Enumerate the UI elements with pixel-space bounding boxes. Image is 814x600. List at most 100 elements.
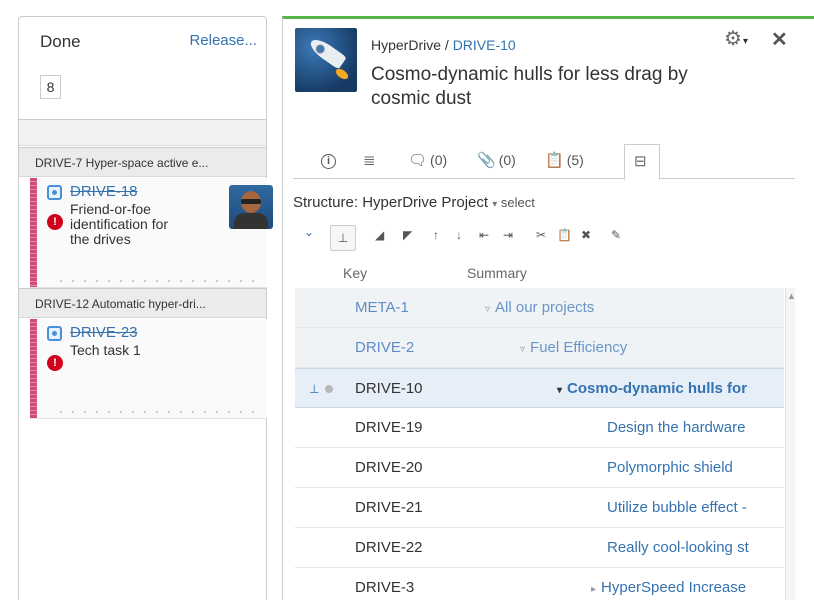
paste-icon[interactable]: 📋 [557, 228, 572, 242]
scroll-up-icon[interactable]: ▲ [787, 291, 795, 301]
comment-icon: 🗨 [408, 152, 428, 169]
structure-name: Structure: HyperDrive Project [293, 194, 489, 211]
tab-description[interactable]: ≣ [363, 151, 379, 177]
column-title: Done [40, 32, 81, 51]
move-up-icon[interactable]: ↑ [433, 228, 439, 242]
move-last-icon[interactable]: ⇥ [503, 228, 513, 242]
structure-select-label: select [500, 195, 535, 210]
row-issue-key[interactable]: DRIVE-22 [355, 528, 423, 567]
expander-icon[interactable]: ▾ [557, 385, 562, 396]
row-summary[interactable]: ▸ HyperSpeed Increase [591, 568, 746, 600]
breadcrumb: HyperDrive / DRIVE-10 [371, 37, 516, 53]
swimlane-header-drive-12[interactable]: DRIVE-12 Automatic hyper-dri... [19, 288, 266, 318]
issue-card-drive-18[interactable]: DRIVE-18 ! Friend-or-foe identification … [30, 178, 273, 288]
grid-row[interactable]: DRIVE-22 Really cool-looking st [295, 528, 784, 568]
close-icon[interactable]: ✕ [771, 30, 791, 51]
column-header-key[interactable]: Key [343, 265, 367, 281]
grid-row[interactable]: DRIVE-19 Design the hardware [295, 408, 784, 448]
row-issue-key[interactable]: DRIVE-21 [355, 488, 423, 527]
rocket-shape [307, 35, 347, 70]
edit-icon[interactable]: ✎ [611, 228, 621, 242]
move-first-icon[interactable]: ⇤ [479, 228, 489, 242]
pin-icon: ⊥ [309, 382, 320, 396]
card-issue-key[interactable]: DRIVE-18 [70, 183, 138, 200]
done-column: Done Release... 8 DRIVE-7 Hyper-space ac… [18, 16, 273, 600]
avatar-glasses [241, 199, 261, 204]
grid-row[interactable]: DRIVE-21 Utilize bubble effect - [295, 488, 784, 528]
tab-subtasks[interactable]: 📋 (5) [545, 151, 584, 177]
tab-comments-count: (0) [430, 152, 448, 168]
avatar-body [234, 213, 268, 229]
tab-attachments-count: (0) [498, 152, 516, 168]
row-summary[interactable]: ▿ All our projects [485, 288, 595, 327]
expander-icon[interactable]: ▿ [485, 304, 490, 315]
tab-comments[interactable]: 🗨 (0) [408, 151, 447, 177]
paperclip-icon: 📎 [477, 152, 496, 169]
grid-row[interactable]: DRIVE-3 ▸ HyperSpeed Increase [295, 568, 784, 600]
row-issue-key[interactable]: DRIVE-10 [355, 369, 423, 407]
pin-icon[interactable]: ⊥ [330, 225, 356, 251]
row-summary[interactable]: Utilize bubble effect - [607, 488, 747, 527]
row-issue-key[interactable]: DRIVE-3 [355, 568, 414, 600]
card-drag-handle[interactable] [55, 410, 263, 414]
row-issue-key[interactable]: DRIVE-2 [355, 328, 414, 367]
project-avatar-rocket-icon [295, 28, 357, 92]
move-down-icon[interactable]: ↓ [456, 228, 462, 242]
grid-row[interactable]: META-1 ▿ All our projects [295, 288, 784, 328]
chevron-down-icon: ▾ [743, 36, 749, 47]
column-bar [19, 120, 266, 146]
issue-detail-panel: HyperDrive / DRIVE-10 Cosmo-dynamic hull… [282, 16, 814, 600]
structure-select-dropdown[interactable]: ▾ select [492, 195, 535, 210]
row-summary[interactable]: Polymorphic shield [607, 448, 733, 487]
breadcrumb-separator: / [444, 37, 449, 53]
breadcrumb-issue-key[interactable]: DRIVE-10 [453, 37, 516, 53]
tab-info[interactable]: i [321, 151, 336, 177]
grid-row[interactable]: DRIVE-2 ▿ Fuel Efficiency [295, 328, 784, 368]
card-summary: Tech task 1 [70, 343, 141, 358]
tab-structure[interactable]: ⊟ [624, 144, 660, 180]
priority-blocker-icon: ! [47, 214, 63, 230]
outdent-left-icon[interactable]: ◢ [375, 228, 384, 242]
chevron-down-icon: ▾ [492, 199, 498, 210]
row-summary-text: All our projects [495, 299, 595, 316]
breadcrumb-project[interactable]: HyperDrive [371, 37, 441, 53]
collapse-chevron-icon[interactable]: ⌄ [304, 225, 314, 239]
remove-icon[interactable]: ✖ [581, 228, 591, 242]
column-header: Done Release... 8 [19, 17, 266, 119]
card-summary-line: Friend-or-foe [70, 201, 151, 217]
issue-card-drive-23[interactable]: DRIVE-23 ! Tech task 1 [30, 319, 267, 419]
release-link[interactable]: Release... [189, 32, 257, 49]
assignee-avatar[interactable] [229, 185, 273, 229]
grid-scrollbar[interactable]: ▲ [785, 288, 795, 600]
row-summary[interactable]: ▿ Fuel Efficiency [520, 328, 627, 367]
row-summary-text: HyperSpeed Increase [601, 579, 747, 596]
info-icon: i [321, 154, 336, 169]
issue-title: Cosmo-dynamic hulls for less drag by cos… [371, 64, 688, 109]
row-issue-key[interactable]: DRIVE-19 [355, 408, 423, 447]
structure-toolbar: ⌄ ⊥ ◢ ◤ ↑ ↓ ⇤ ⇥ ✂ 📋 ✖ ✎ [293, 225, 763, 251]
indent-right-icon[interactable]: ◤ [403, 228, 412, 242]
column-header-summary[interactable]: Summary [467, 265, 527, 281]
detail-tabs: i ≣ 🗨 (0) 📎 (0) 📋 (5) ⊟ [293, 143, 795, 180]
cut-icon[interactable]: ✂ [536, 228, 546, 242]
swimlane-header-drive-7[interactable]: DRIVE-7 Hyper-space active e... [19, 147, 266, 177]
structure-grid: META-1 ▿ All our projects DRIVE-2 ▿ Fuel E… [295, 288, 795, 600]
structure-icon: ⊟ [634, 153, 647, 170]
row-summary[interactable]: Design the hardware [607, 408, 745, 447]
priority-blocker-icon: ! [47, 355, 63, 371]
card-summary-line: Tech task 1 [70, 342, 141, 358]
expander-icon[interactable]: ▿ [520, 344, 525, 355]
row-summary[interactable]: ▾ Cosmo-dynamic hulls for [557, 369, 747, 407]
row-summary[interactable]: Really cool-looking st [607, 528, 749, 567]
tab-subtasks-count: (5) [566, 152, 584, 168]
grid-row-selected[interactable]: ⊥ DRIVE-10 ▾ Cosmo-dynamic hulls for [295, 368, 784, 408]
issue-type-icon [47, 185, 62, 200]
tab-attachments[interactable]: 📎 (0) [477, 151, 516, 177]
card-drag-handle[interactable] [55, 279, 263, 283]
gear-icon[interactable]: ⚙ ▾ [724, 29, 752, 51]
grid-row[interactable]: DRIVE-20 Polymorphic shield [295, 448, 784, 488]
row-issue-key[interactable]: META-1 [355, 288, 409, 327]
row-issue-key[interactable]: DRIVE-20 [355, 448, 423, 487]
expander-icon[interactable]: ▸ [591, 584, 596, 595]
card-issue-key[interactable]: DRIVE-23 [70, 324, 138, 341]
